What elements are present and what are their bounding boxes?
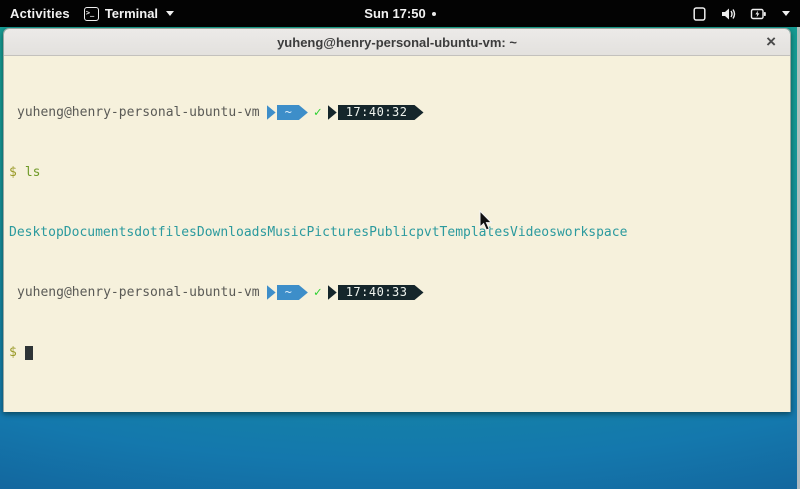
powerline-arrow-icon — [267, 105, 276, 120]
prompt-line: yuheng@henry-personal-ubuntu-vm ~ ✓ 17:4… — [9, 285, 790, 300]
terminal-window: yuheng@henry-personal-ubuntu-vm: ~ × yuh… — [3, 28, 791, 412]
mouse-cursor-icon — [479, 210, 493, 232]
app-menu-terminal[interactable]: >_ Terminal — [84, 6, 174, 21]
directory-item: Public — [369, 225, 416, 240]
text-cursor — [25, 346, 33, 360]
directory-item: pvt — [416, 225, 439, 240]
ls-output: Desktop Documents dotfiles Downloads Mus… — [9, 225, 790, 240]
directory-item: dotfiles — [134, 225, 197, 240]
gnome-top-bar: Activities >_ Terminal Sun 17:50 — [0, 0, 800, 27]
directory-item: workspace — [557, 225, 627, 240]
close-icon[interactable]: × — [766, 29, 776, 55]
prompt-path-segment: ~ — [277, 105, 308, 120]
prompt-time-segment: 17:40:33 — [338, 285, 424, 300]
status-check-icon: ✓ — [314, 105, 322, 120]
prompt-user: yuheng@henry-personal-ubuntu-vm — [17, 285, 260, 300]
prompt-symbol: $ — [9, 165, 17, 180]
terminal-content[interactable]: yuheng@henry-personal-ubuntu-vm ~ ✓ 17:4… — [4, 56, 790, 412]
window-title: yuheng@henry-personal-ubuntu-vm: ~ — [4, 35, 790, 50]
powerline-arrow-icon — [267, 285, 276, 300]
powerline-arrow-icon — [328, 285, 337, 300]
directory-item: Templates — [440, 225, 510, 240]
prompt-symbol: $ — [9, 345, 17, 360]
powerline-arrow-icon — [328, 105, 337, 120]
directory-item: Desktop — [9, 225, 64, 240]
window-titlebar[interactable]: yuheng@henry-personal-ubuntu-vm: ~ × — [4, 29, 790, 56]
directory-item: Documents — [64, 225, 134, 240]
terminal-icon: >_ — [84, 7, 99, 21]
chevron-down-icon — [782, 11, 790, 16]
directory-item: Downloads — [197, 225, 267, 240]
prompt-path-segment: ~ — [277, 285, 308, 300]
prompt-user: yuheng@henry-personal-ubuntu-vm — [17, 105, 260, 120]
prompt-time-segment: 17:40:32 — [338, 105, 424, 120]
directory-item: Videos — [510, 225, 557, 240]
battery-charging-icon — [750, 6, 767, 22]
directory-item: Pictures — [306, 225, 369, 240]
display-icon — [692, 6, 707, 22]
status-check-icon: ✓ — [314, 285, 322, 300]
clock-button[interactable]: Sun 17:50 — [364, 6, 425, 21]
notification-dot — [432, 12, 436, 16]
system-status-area[interactable] — [692, 6, 800, 22]
app-menu-label: Terminal — [105, 6, 158, 21]
current-command-line[interactable]: $ — [9, 345, 790, 360]
activities-button[interactable]: Activities — [10, 6, 70, 21]
volume-icon — [720, 6, 737, 22]
chevron-down-icon — [166, 11, 174, 16]
directory-item: Music — [267, 225, 306, 240]
typed-command: ls — [17, 165, 41, 180]
command-line: $ls — [9, 165, 790, 180]
prompt-line: yuheng@henry-personal-ubuntu-vm ~ ✓ 17:4… — [9, 105, 790, 120]
